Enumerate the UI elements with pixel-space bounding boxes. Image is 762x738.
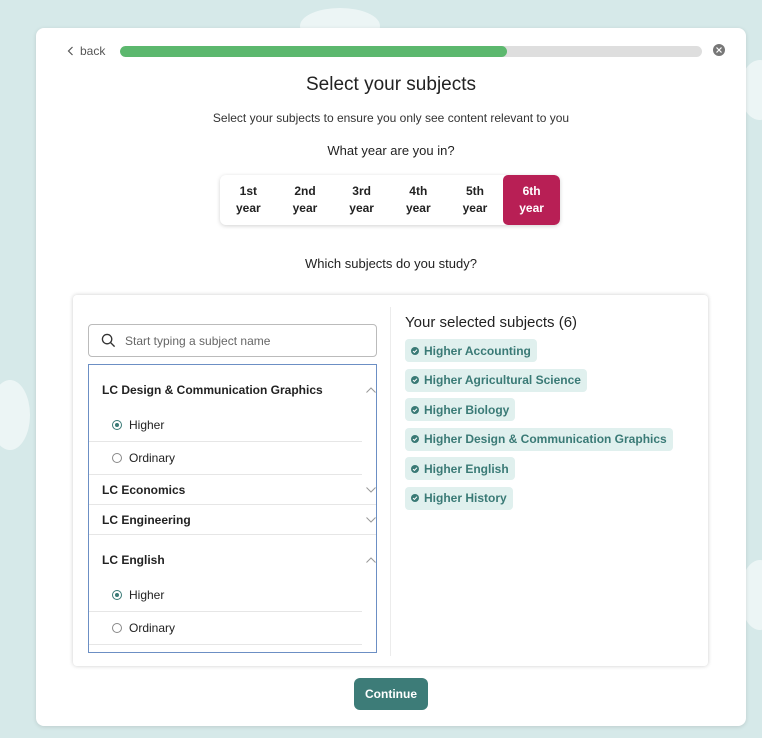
check-circle-icon (411, 346, 419, 355)
selected-subject-item: Higher Agricultural Science (405, 368, 695, 399)
check-circle-icon (411, 376, 419, 384)
year-number: 6th (522, 184, 541, 198)
subject-name: LC Engineering (102, 512, 191, 527)
selected-subject-chip[interactable]: Higher Biology (405, 398, 516, 421)
background-cloud (0, 380, 30, 450)
selected-subject-item: Higher History (405, 486, 695, 517)
level-label: Ordinary (129, 451, 176, 465)
subject-row[interactable]: LC Design & Communication Graphics (89, 365, 376, 409)
year-selector: 1st year 2nd year 3rd year 4th year 5th year 6th ye… (220, 175, 560, 225)
selected-subjects-list: Higher Accounting Higher Agricultural Sci… (405, 339, 695, 516)
selected-subject-label: Higher Agricultural Science (424, 373, 581, 387)
year-number: 2nd (294, 184, 316, 198)
year-number: 5th (465, 184, 484, 198)
back-label: back (80, 44, 106, 58)
radio-button[interactable] (112, 590, 122, 600)
radio-button[interactable] (112, 420, 122, 430)
chevron-down-icon (366, 516, 376, 523)
year-number: 3rd (352, 184, 371, 198)
progress-bar (120, 46, 702, 57)
year-word: year (462, 201, 488, 215)
subject-row[interactable]: LC Economics (89, 475, 376, 505)
subjects-panel: LC Design & Communication Graphics Higher… (73, 295, 708, 666)
subject-row[interactable]: LC English (89, 535, 376, 579)
selected-subject-item: Higher Design & Communication Graphics (405, 427, 695, 458)
year-word: year (349, 201, 374, 215)
year-option-5th[interactable]: 5th year (447, 175, 504, 225)
selected-subject-label: Higher Accounting (424, 343, 531, 358)
chevron-left-icon (67, 46, 73, 56)
year-word: year (235, 201, 261, 215)
subject-selection-card: back Select your subjects Select your su… (36, 28, 746, 726)
subject-search-input[interactable] (123, 332, 367, 349)
selected-subject-item: Higher Accounting (405, 339, 695, 369)
year-option-1st[interactable]: 1st year (220, 175, 277, 225)
selected-subject-chip[interactable]: Higher Design & Communication Graphics (405, 427, 673, 451)
back-button[interactable]: back (66, 44, 105, 58)
selected-subject-chip[interactable]: Higher Accounting (405, 339, 537, 362)
selected-subject-label: Higher English (424, 461, 509, 476)
page-title: Select your subjects (305, 74, 477, 95)
close-icon (716, 47, 722, 53)
year-question: What year are you in? (327, 143, 455, 158)
selected-subject-chip[interactable]: Higher Agricultural Science (405, 368, 587, 392)
panel-divider (390, 307, 391, 656)
year-number: 1st (239, 184, 257, 198)
selected-subject-label: Higher Biology (424, 402, 510, 417)
radio-button[interactable] (112, 453, 122, 463)
year-word: year (405, 201, 431, 215)
check-circle-icon (411, 464, 419, 473)
subjects-question: Which subjects do you study? (305, 256, 477, 271)
level-option[interactable]: Ordinary (89, 612, 362, 645)
level-label: Ordinary (129, 621, 176, 635)
year-option-3rd[interactable]: 3rd year (333, 175, 390, 225)
check-circle-icon (411, 435, 419, 443)
subject-list: LC Design & Communication Graphics Higher… (88, 364, 377, 653)
year-word: year (519, 201, 544, 215)
selected-subject-item: Higher Biology (405, 398, 695, 428)
selected-subject-label: Higher Design & Communication Graphics (424, 432, 667, 446)
level-option[interactable]: Ordinary (89, 442, 362, 475)
search-icon (101, 333, 116, 348)
subject-row[interactable]: LC Engineering (89, 505, 376, 535)
check-circle-icon (411, 494, 419, 502)
check-circle-icon (411, 405, 419, 414)
level-option[interactable]: Higher (89, 579, 362, 612)
subject-name: LC French (102, 653, 161, 654)
level-label: Higher (129, 588, 165, 602)
selected-subject-chip[interactable]: Higher English (405, 457, 515, 480)
continue-button[interactable]: Continue (354, 678, 428, 710)
radio-button[interactable] (112, 623, 122, 633)
page-subtitle: Select your subjects to ensure you only … (212, 111, 570, 125)
level-option[interactable]: Higher (89, 409, 362, 442)
year-option-4th[interactable]: 4th year (390, 175, 447, 225)
subject-name: LC Design & Communication Graphics (102, 383, 323, 397)
progress-fill (120, 46, 508, 57)
subject-row[interactable]: LC French (89, 645, 376, 654)
year-word: year (292, 201, 318, 215)
year-option-6th[interactable]: 6th year (503, 175, 560, 225)
level-label: Higher (129, 418, 165, 432)
selected-subjects-title: Your selected subjects (6) (405, 314, 578, 331)
selected-subject-item: Higher English (405, 457, 695, 487)
chevron-up-icon (366, 557, 376, 563)
year-number: 4th (409, 184, 428, 198)
chevron-up-icon (366, 387, 376, 393)
search-box (88, 324, 377, 357)
subject-name: LC Economics (102, 482, 186, 497)
selected-subject-chip[interactable]: Higher History (405, 486, 513, 510)
subject-name: LC English (102, 553, 165, 567)
close-button[interactable] (713, 44, 725, 56)
year-option-2nd[interactable]: 2nd year (277, 175, 334, 225)
top-bar: back (66, 42, 726, 62)
selected-subject-label: Higher History (424, 491, 507, 505)
chevron-down-icon (366, 486, 376, 493)
